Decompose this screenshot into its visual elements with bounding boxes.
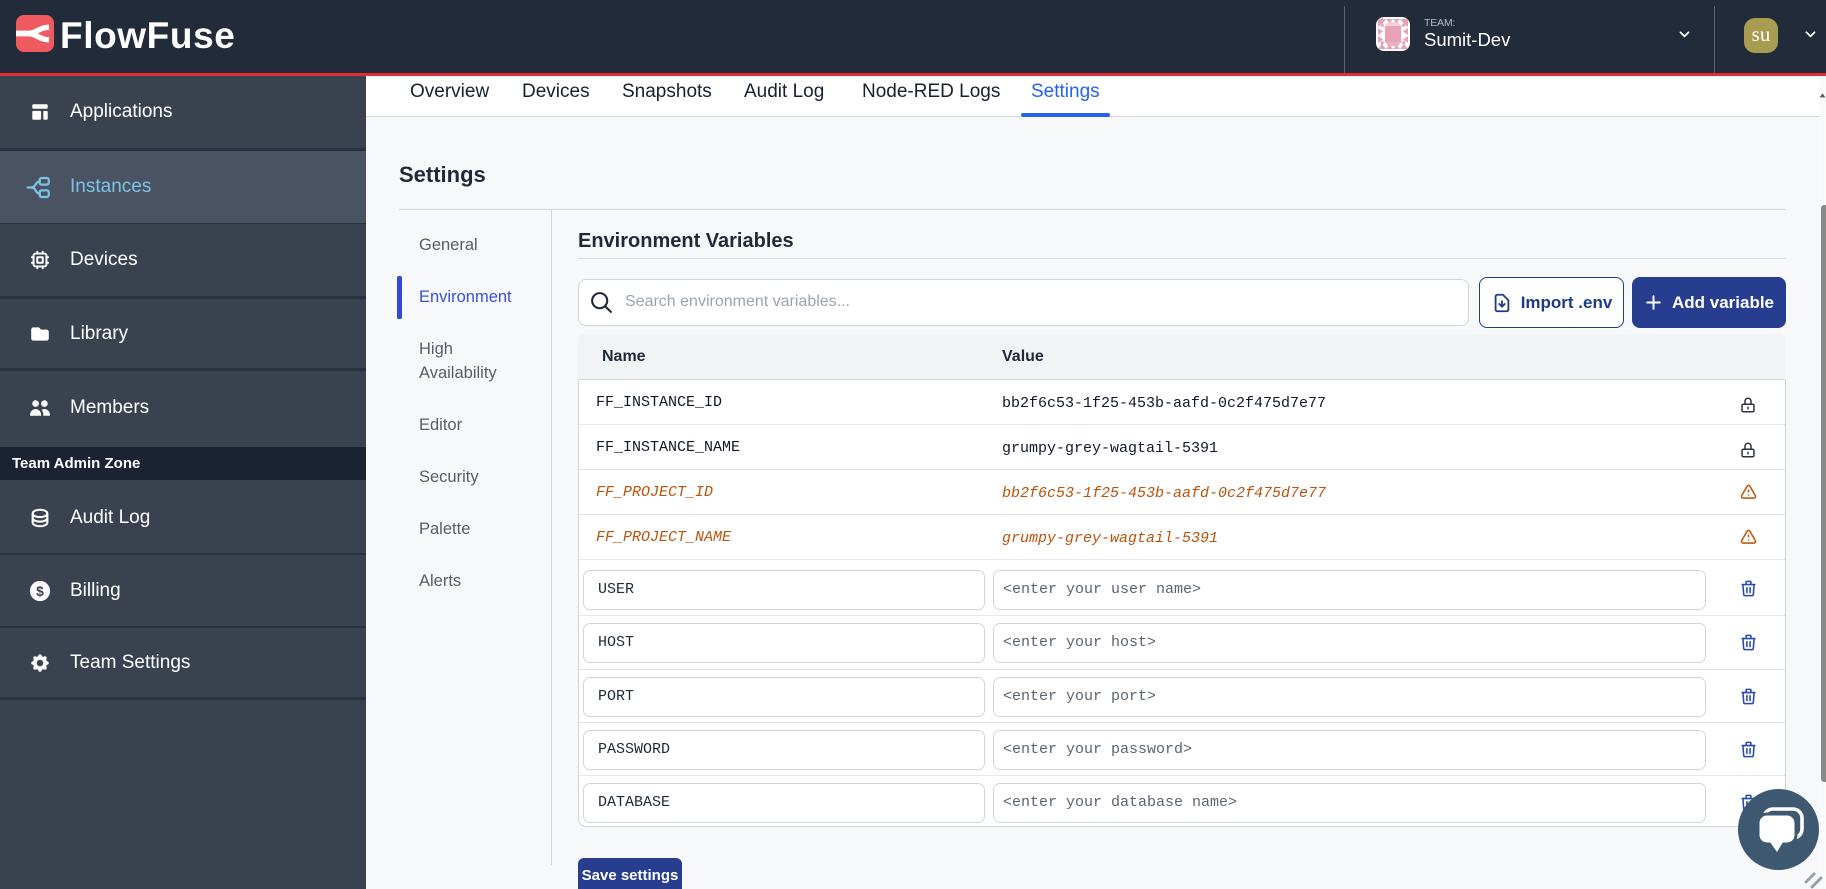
svg-text:$: $	[36, 583, 44, 598]
